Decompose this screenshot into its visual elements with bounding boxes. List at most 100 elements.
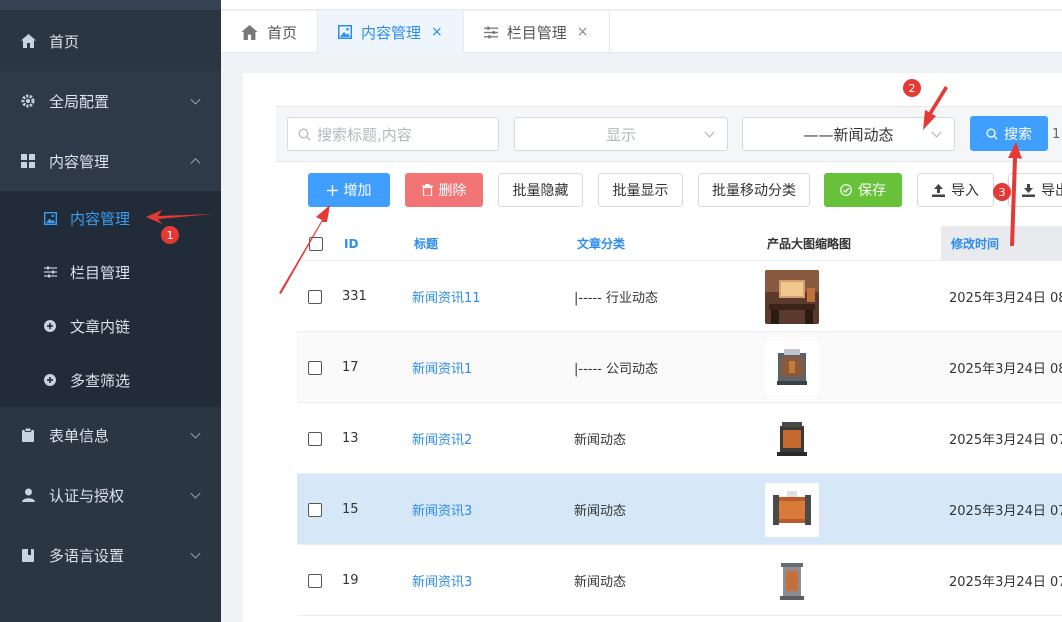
category-select-value: ——新闻动态: [803, 125, 894, 144]
cell-category: 新闻动态: [574, 575, 627, 590]
clipboard-icon: [20, 427, 36, 443]
add-button[interactable]: 增加: [308, 173, 390, 207]
cell-title-link[interactable]: 新闻资讯3: [412, 545, 472, 616]
cell-id: 17: [342, 360, 359, 375]
tab-home[interactable]: 首页: [221, 11, 319, 53]
sidebar-item-content-management[interactable]: 内容管理: [0, 131, 221, 191]
sidebar-item-form-info[interactable]: 表单信息: [0, 405, 221, 465]
display-select-value: 显示: [605, 125, 636, 144]
search-button[interactable]: 搜索: [970, 116, 1048, 151]
chevron-down-icon: [704, 127, 715, 138]
row-checkbox[interactable]: [308, 545, 322, 616]
sidebar-subitem-column-management[interactable]: 栏目管理: [0, 245, 221, 299]
sidebar-item-label: 全局配置: [49, 92, 110, 111]
plus-icon: [326, 184, 338, 196]
sidebar-subitem-label: 内容管理: [70, 209, 131, 228]
table-row[interactable]: 13 新闻资讯2 新闻动态 2025年3月24日 07: [297, 403, 1062, 474]
row-checkbox[interactable]: [308, 332, 322, 403]
thumbnail-image: [765, 545, 819, 616]
export-button[interactable]: 导出: [1008, 173, 1062, 207]
chevron-down-icon: [190, 488, 201, 499]
tab-bar: 首页 内容管理 × 栏目管理 ×: [221, 11, 1062, 53]
cell-category: 新闻动态: [574, 504, 627, 519]
book-icon: [20, 547, 36, 563]
home-icon: [241, 24, 258, 40]
sidebar-subitem-label: 栏目管理: [70, 263, 131, 282]
search-button-label: 搜索: [1004, 126, 1032, 143]
cell-modified-time: 2025年3月24日 07: [949, 575, 1062, 590]
sidebar-item-auth[interactable]: 认证与授权: [0, 465, 221, 525]
search-icon: [298, 128, 311, 141]
annotation-badge-2: 2: [903, 79, 921, 97]
cell-title-link[interactable]: 新闻资讯3: [412, 474, 472, 545]
tab-column-management[interactable]: 栏目管理 ×: [464, 11, 610, 53]
sidebar-subitem-label: 文章内链: [70, 317, 131, 336]
row-checkbox[interactable]: [308, 403, 322, 474]
upload-icon: [932, 183, 945, 197]
cell-title-link[interactable]: 新闻资讯1: [412, 332, 472, 403]
import-button[interactable]: 导入: [917, 173, 994, 207]
truncated-count: 1: [1052, 127, 1061, 142]
batch-show-label: 批量显示: [612, 183, 669, 199]
sidebar-item-home[interactable]: 首页: [0, 11, 221, 71]
table-row[interactable]: 17 新闻资讯1 |----- 公司动态 2025年3月24日 08: [297, 332, 1062, 403]
display-select[interactable]: 显示: [514, 117, 728, 151]
column-header-modified-time[interactable]: 修改时间: [941, 226, 1062, 261]
batch-hide-button[interactable]: 批量隐藏: [498, 173, 583, 207]
sidebar-item-label: 多语言设置: [49, 546, 125, 565]
cell-title-link[interactable]: 新闻资讯11: [412, 261, 481, 332]
thumbnail-image: [765, 403, 819, 474]
search-input[interactable]: 搜索标题,内容: [287, 117, 499, 151]
column-header-title[interactable]: 标题: [414, 226, 438, 261]
close-icon[interactable]: ×: [431, 24, 443, 40]
check-circle-icon: [840, 184, 852, 196]
category-select[interactable]: ——新闻动态: [742, 117, 955, 151]
cell-modified-time: 2025年3月24日 07: [949, 504, 1062, 519]
save-button-label: 保存: [858, 183, 886, 199]
batch-move-button[interactable]: 批量移动分类: [698, 173, 810, 207]
image-icon: [338, 25, 353, 39]
row-checkbox[interactable]: [308, 261, 322, 332]
thumbnail-image: [765, 332, 819, 403]
table-row[interactable]: 15 新闻资讯3 新闻动态 2025年3月24日 07: [297, 474, 1062, 545]
sidebar-item-global-config[interactable]: 全局配置: [0, 71, 221, 131]
add-button-label: 增加: [343, 183, 372, 199]
trash-icon: [421, 184, 433, 196]
delete-button-label: 删除: [438, 183, 467, 199]
table-header: ID 标题 文章分类 产品大图缩略图 修改时间: [297, 226, 1062, 261]
cell-category: |----- 行业动态: [574, 291, 658, 306]
sidebar: 首页 全局配置 内容管理 内容管理 栏目管理 文章内链 多查筛选 表单信息 认证…: [0, 0, 221, 622]
column-header-category[interactable]: 文章分类: [577, 226, 625, 261]
delete-button[interactable]: 删除: [405, 173, 483, 207]
sidebar-subitem-label: 多查筛选: [70, 371, 131, 390]
sidebar-item-label: 内容管理: [49, 152, 110, 171]
row-checkbox[interactable]: [308, 474, 322, 545]
sidebar-subitem-multi-filter[interactable]: 多查筛选: [0, 353, 221, 407]
image-icon: [43, 211, 57, 225]
sidebar-subitem-content-management[interactable]: 内容管理: [0, 191, 221, 245]
cell-modified-time: 2025年3月24日 08: [949, 291, 1062, 306]
thumbnail-image: [765, 261, 819, 332]
cell-modified-time: 2025年3月24日 07: [949, 433, 1062, 448]
select-all-checkbox[interactable]: [309, 226, 323, 261]
tab-content-management[interactable]: 内容管理 ×: [318, 11, 464, 53]
column-header-id[interactable]: ID: [344, 226, 358, 261]
cell-id: 13: [342, 431, 359, 446]
sidebar-item-label: 表单信息: [49, 426, 110, 445]
cell-title-link[interactable]: 新闻资讯2: [412, 403, 472, 474]
table-row[interactable]: 331 新闻资讯11 |----- 行业动态 2025年3月24日 08: [297, 261, 1062, 332]
chevron-down-icon: [190, 548, 201, 559]
save-button[interactable]: 保存: [824, 173, 902, 207]
sidebar-subitem-article-links[interactable]: 文章内链: [0, 299, 221, 353]
annotation-badge-1: 1: [161, 226, 179, 244]
search-placeholder: 搜索标题,内容: [317, 125, 412, 144]
batch-show-button[interactable]: 批量显示: [598, 173, 683, 207]
export-button-label: 导出: [1041, 183, 1062, 199]
grid-icon: [20, 153, 36, 169]
cell-modified-time: 2025年3月24日 08: [949, 362, 1062, 377]
close-icon[interactable]: ×: [577, 24, 589, 40]
sidebar-item-language[interactable]: 多语言设置: [0, 525, 221, 585]
tab-label: 栏目管理: [506, 23, 567, 42]
table-row[interactable]: 19 新闻资讯3 新闻动态 2025年3月24日 07: [297, 545, 1062, 616]
sidebar-item-label: 首页: [49, 32, 80, 51]
